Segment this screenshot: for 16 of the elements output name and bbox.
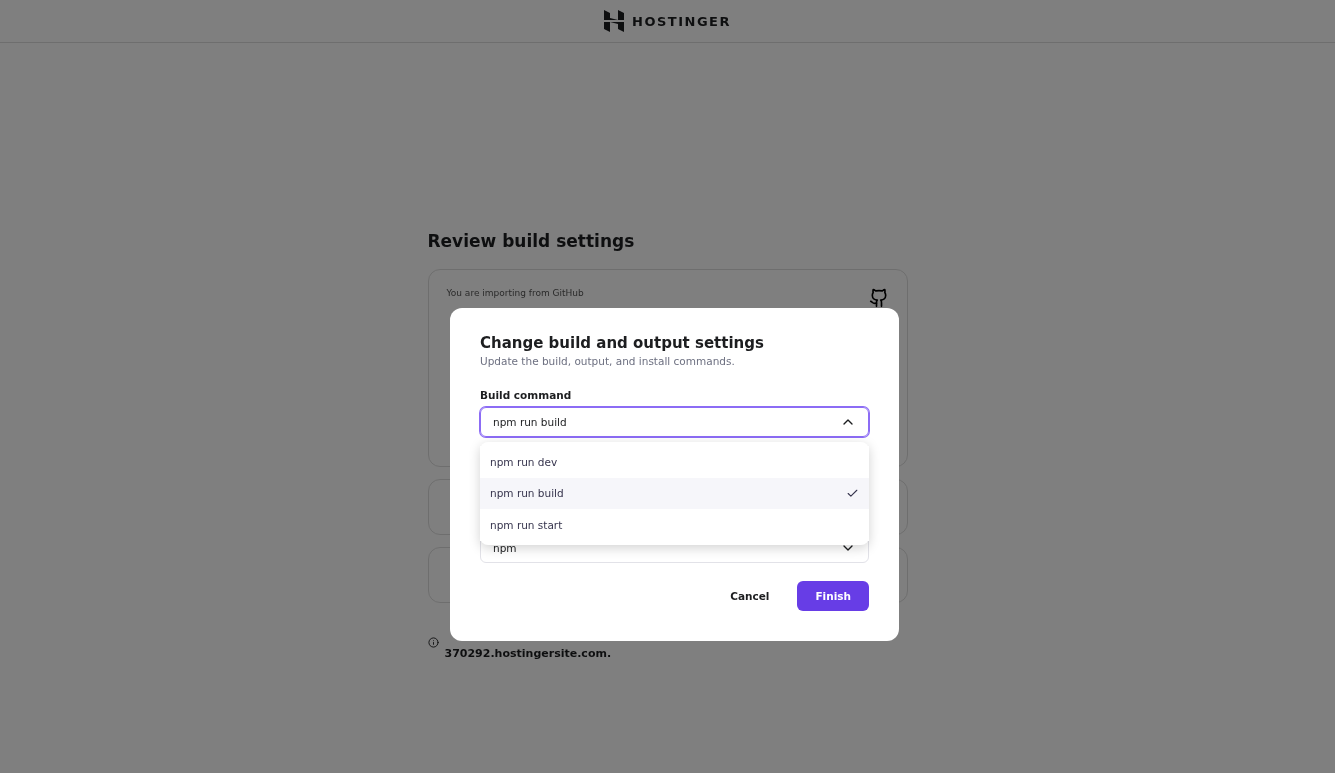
logo-icon (604, 10, 624, 32)
finish-button[interactable]: Finish (797, 581, 869, 611)
dialog-subtitle: Update the build, output, and install commands. (480, 355, 736, 367)
domain-note: 370292.hostingersite.com. (444, 647, 612, 660)
dropdown-option[interactable]: npm run build (480, 477, 869, 509)
cancel-button[interactable]: Cancel (716, 581, 784, 611)
build-command-select[interactable]: npm run build (480, 407, 869, 437)
github-icon (868, 288, 889, 308)
dropdown-option[interactable]: npm run start (480, 509, 869, 541)
info-icon (427, 637, 439, 648)
field-label: Build command (480, 389, 573, 401)
logo-text: HOSTINGER (632, 13, 731, 29)
import-source: You are importing from GitHub (446, 288, 584, 298)
page-title: Review build settings (427, 231, 636, 251)
dropdown-option[interactable]: npm run dev (480, 446, 869, 478)
dialog-title: Change build and output settings (480, 334, 765, 352)
